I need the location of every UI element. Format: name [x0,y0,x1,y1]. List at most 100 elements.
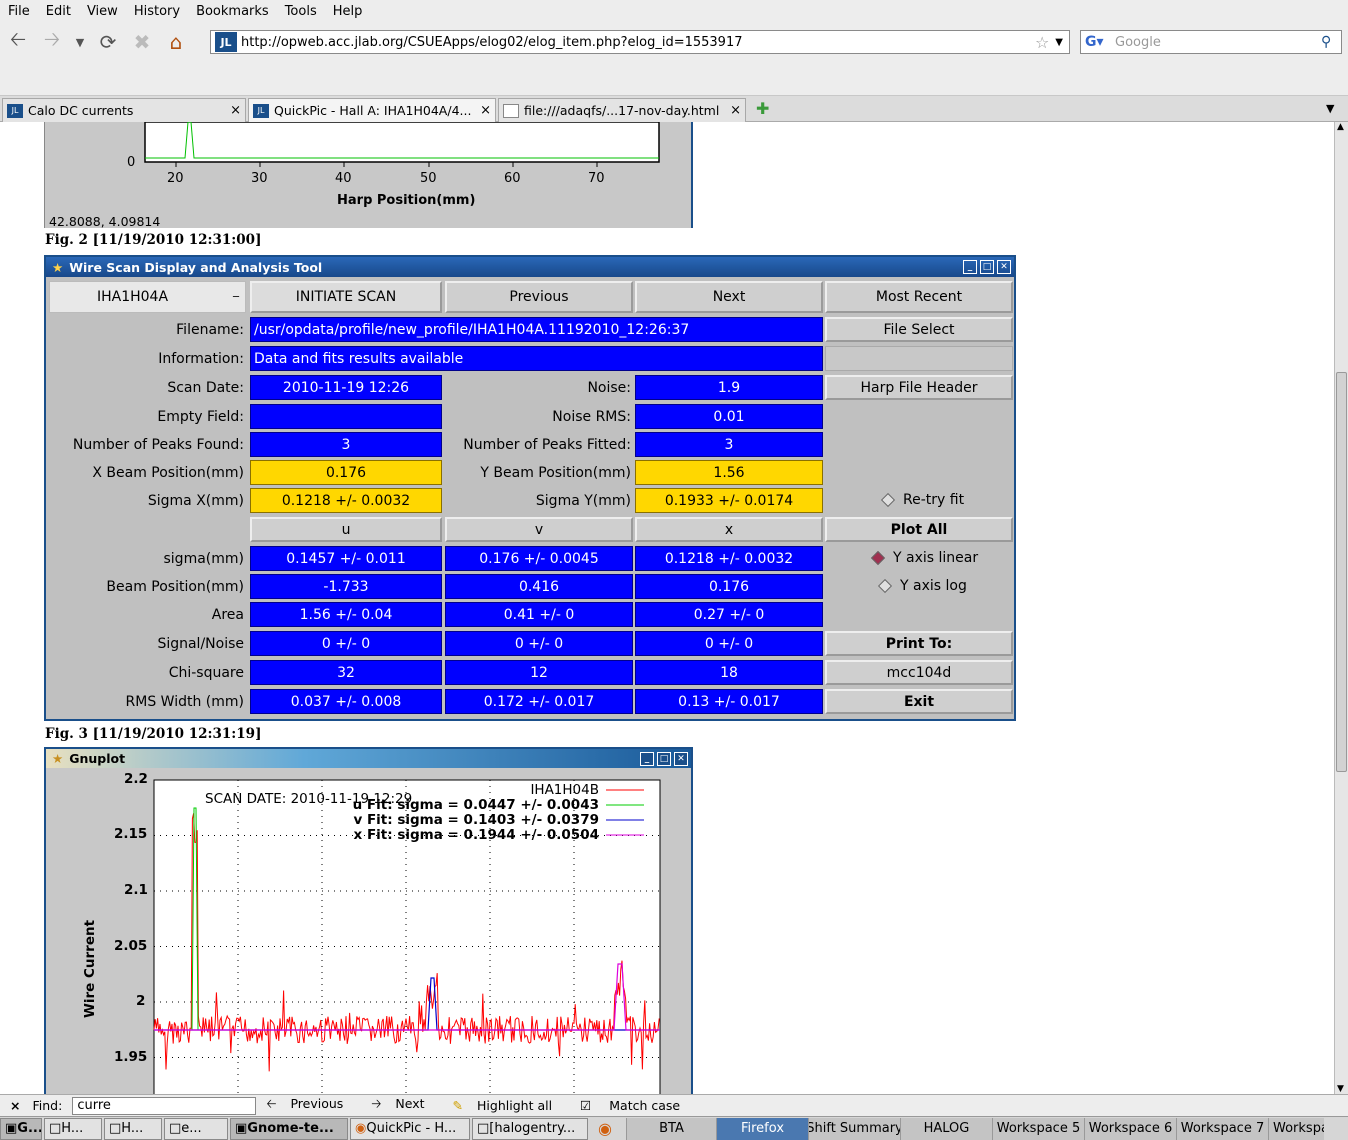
firefox-launcher-icon[interactable]: ◉ [590,1119,620,1138]
radio-on-icon [870,550,886,566]
url-text[interactable]: http://opweb.acc.jlab.org/CSUEApps/elog0… [241,35,1035,50]
tab-favicon-icon: JL [253,103,269,118]
workspace-button[interactable]: BTA [626,1117,716,1140]
workspace-button[interactable]: Shift Summary [808,1117,900,1140]
maximize-icon[interactable]: □ [657,751,671,766]
tab-file[interactable]: file:///adaqfs/...17-nov-day.html × [498,98,746,122]
search-input[interactable]: Google [1115,35,1321,50]
find-previous-label: Previous [290,1096,344,1111]
close-tab-icon[interactable]: × [730,103,741,118]
menu-file[interactable]: File [0,4,38,19]
x-tick-label: 30 [251,171,268,186]
close-icon[interactable]: ✕ [674,751,688,766]
taskbar-item[interactable]: ◉ QuickPic - H... [350,1117,470,1140]
scroll-down-icon[interactable]: ▼ [1337,1084,1344,1094]
menu-view[interactable]: View [79,4,126,19]
taskbar-item[interactable]: □ H... [104,1117,162,1140]
reload-icon[interactable]: ⟳ [92,26,124,58]
harp-selector[interactable]: IHA1H04A ─ [49,281,246,313]
workspace-button[interactable]: Firefox [716,1117,808,1140]
menu-tools[interactable]: Tools [277,4,325,19]
bookmark-star-icon[interactable]: ☆ [1035,33,1049,52]
match-case-checkbox[interactable]: ☑ Match case [580,1098,694,1113]
home-icon[interactable]: ⌂ [160,26,192,58]
tab-label: file:///adaqfs/...17-nov-day.html [524,103,720,118]
row-u-value: 0.037 +/- 0.008 [250,689,442,714]
menu-help[interactable]: Help [325,4,371,19]
maximize-icon[interactable]: □ [980,260,994,274]
search-icon[interactable]: ⚲ [1321,34,1341,50]
workspace-button[interactable]: Workspace 5 [992,1117,1084,1140]
window-menu-icon[interactable]: ★ [52,751,63,766]
minimize-icon[interactable]: _ [640,751,654,766]
close-tab-icon[interactable]: × [230,103,241,118]
taskbar-item[interactable]: □ H... [44,1117,102,1140]
x-axis-label: Harp Position(mm) [337,193,476,208]
url-bar[interactable]: JL http://opweb.acc.jlab.org/CSUEApps/el… [210,30,1070,54]
print-to-button[interactable]: Print To: [825,631,1013,656]
workspace-button[interactable]: HALOG [900,1117,992,1140]
workspace-button[interactable]: Workspace 6 [1084,1117,1176,1140]
menu-history[interactable]: History [126,4,188,19]
retry-fit-radio[interactable]: Re-try fit [880,492,964,508]
y-tick-label: 1.95 [114,1049,148,1065]
harp-file-header-button[interactable]: Harp File Header [825,375,1013,400]
scrollbar-thumb[interactable] [1336,372,1347,772]
fig3-caption: Fig. 3 [11/19/2010 12:31:19] [45,726,262,742]
find-next-button[interactable]: 🡢 Next [371,1095,438,1116]
noise-field: 1.9 [635,375,823,400]
taskbar-item-label: e... [181,1121,202,1136]
sigma-y-field: 0.1933 +/- 0.0174 [635,488,823,513]
tab-label: Calo DC currents [28,103,134,118]
tab-list-icon[interactable]: ▼ [1326,102,1334,115]
y-axis-linear-radio[interactable]: Y axis linear [870,550,978,566]
minimize-icon[interactable]: _ [963,260,977,274]
highlight-all-button[interactable]: ✎ Highlight all [453,1098,567,1113]
taskbar-item[interactable]: □ [halogentry... [472,1117,588,1140]
taskbar-item-label: G... [17,1121,42,1136]
tab-quickpic[interactable]: JL QuickPic - Hall A: IHA1H04A/4... × [248,98,496,122]
url-dropdown-icon[interactable]: ▼ [1055,37,1063,48]
close-find-icon[interactable]: × [10,1098,20,1113]
find-input[interactable]: curre [72,1096,257,1115]
plot-all-button[interactable]: Plot All [825,517,1013,542]
find-label: Find: [32,1098,63,1113]
find-previous-button[interactable]: 🡠 Previous [266,1095,357,1116]
tab-calo[interactable]: JL Calo DC currents × [2,98,246,122]
column-x-button[interactable]: x [635,517,823,542]
exit-button[interactable]: Exit [825,689,1013,714]
workspace-button[interactable]: Workspa [1268,1117,1324,1140]
search-engine-icon[interactable]: G▾ [1081,34,1115,50]
scroll-up-icon[interactable]: ▲ [1337,122,1344,132]
tab-label: QuickPic - Hall A: IHA1H04A/4... [274,103,472,118]
printer-selector[interactable]: mcc104d [825,660,1013,685]
taskbar-item[interactable]: □ e... [164,1117,228,1140]
history-dropdown-icon[interactable]: ▼ [70,26,90,58]
close-tab-icon[interactable]: × [480,103,491,118]
menu-edit[interactable]: Edit [38,4,79,19]
previous-button[interactable]: Previous [445,281,633,313]
column-v-button[interactable]: v [445,517,633,542]
find-next-label: Next [395,1096,425,1111]
search-bar[interactable]: G▾ Google ⚲ [1080,30,1342,54]
most-recent-button[interactable]: Most Recent [825,281,1013,313]
menu-bookmarks[interactable]: Bookmarks [188,4,277,19]
forward-icon[interactable]: 🡢 [36,26,68,58]
workspace-button[interactable]: Workspace 7 [1176,1117,1268,1140]
firefox-icon: ◉ [355,1121,367,1136]
page-scrollbar[interactable]: ▲ ▼ [1334,122,1348,1094]
taskbar-item[interactable]: ▣ G... [0,1117,42,1140]
page-content: 0 20 30 40 50 60 70 Harp Position(mm) 42… [0,122,1334,1094]
close-icon[interactable]: ✕ [997,260,1011,274]
back-icon[interactable]: 🡠 [2,26,34,58]
initiate-scan-button[interactable]: INITIATE SCAN [250,281,442,313]
file-select-button[interactable]: File Select [825,317,1013,342]
taskbar-item[interactable]: ▣ Gnome-te... [230,1117,348,1140]
y-axis-log-radio[interactable]: Y axis log [877,578,967,594]
next-button[interactable]: Next [635,281,823,313]
stop-icon[interactable]: ✖ [126,26,158,58]
window-menu-icon[interactable]: ★ [52,260,63,275]
new-tab-icon[interactable]: ✚ [756,99,769,118]
row-v-value: 0.41 +/- 0 [445,602,633,627]
column-u-button[interactable]: u [250,517,442,542]
